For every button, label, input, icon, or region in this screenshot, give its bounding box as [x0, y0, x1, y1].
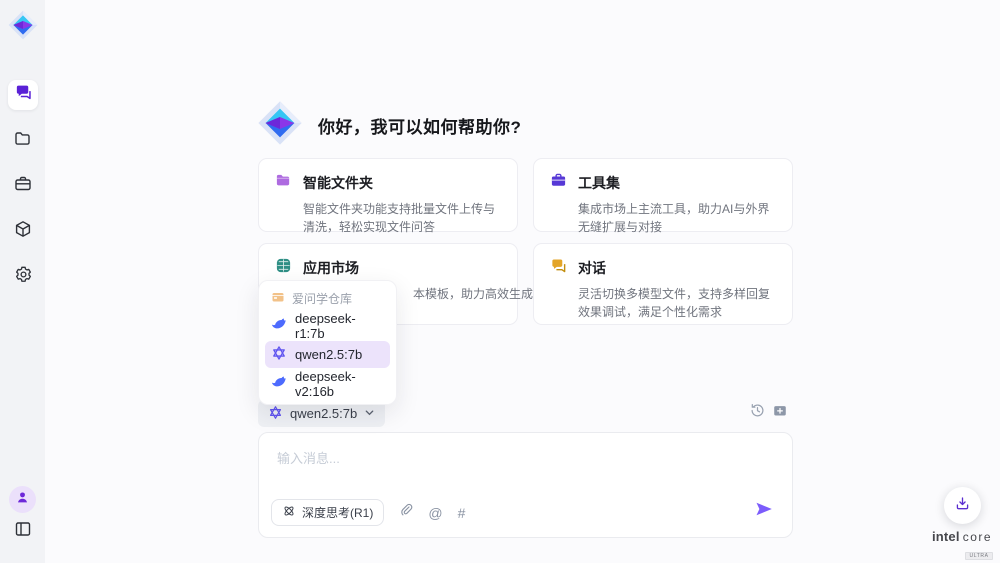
- chevron-down-icon: [364, 406, 375, 421]
- card-title: 应用市场: [303, 258, 359, 278]
- qwen-icon: [268, 405, 283, 423]
- sidebar-item-folders[interactable]: [8, 126, 38, 156]
- greeting-logo-icon: [256, 99, 304, 152]
- model-menu: 爱问学仓库 deepseek-r1:7b qwen2.5:7b: [258, 280, 397, 405]
- deepseek-icon: [271, 374, 287, 393]
- model-menu-group-label: 爱问学仓库: [292, 290, 352, 307]
- mention-icon[interactable]: @: [428, 506, 442, 520]
- model-menu-item-label: deepseek-r1:7b: [295, 311, 384, 341]
- toolset-icon: [550, 172, 567, 194]
- folder-icon: [14, 130, 32, 153]
- model-menu-group: 爱问学仓库: [265, 286, 390, 310]
- sidebar: [0, 0, 45, 563]
- intel-ultra-badge: ultra: [965, 552, 992, 560]
- app-screen: 你好，我可以如何帮助你? 智能文件夹 智能文件夹功能支持批量文件上传与清洗，轻松…: [0, 0, 1000, 563]
- panel-layout-icon: [14, 520, 32, 543]
- attach-file-button[interactable]: [399, 503, 413, 523]
- model-selector-label: qwen2.5:7b: [290, 406, 357, 421]
- card-dialog[interactable]: 对话 灵活切换多模型文件，支持多样回复效果调试，满足个性化需求: [533, 243, 793, 325]
- gear-icon: [14, 265, 33, 289]
- model-menu-item-label: deepseek-v2:16b: [295, 369, 384, 399]
- user-avatar[interactable]: [9, 486, 36, 513]
- deepseek-icon: [271, 316, 287, 335]
- history-button[interactable]: [748, 404, 766, 422]
- chat-bubbles-icon: [14, 83, 33, 107]
- download-icon: [954, 495, 971, 517]
- card-title: 工具集: [578, 173, 620, 193]
- greeting: 你好，我可以如何帮助你?: [256, 99, 521, 152]
- qwen-icon: [271, 345, 287, 364]
- deep-think-label: 深度思考(R1): [302, 504, 373, 521]
- history-icon: [749, 402, 766, 424]
- card-description: 集成市场上主流工具，助力AI与外界无缝扩展与对接: [578, 200, 776, 236]
- card-description: 智能文件夹功能支持批量文件上传与清洗，轻松实现文件问答: [303, 200, 501, 236]
- sidebar-item-settings[interactable]: [8, 262, 38, 292]
- cube-icon: [14, 220, 32, 243]
- send-button[interactable]: [754, 501, 774, 521]
- message-input[interactable]: [259, 433, 792, 499]
- atom-icon: [282, 504, 296, 521]
- topic-icon[interactable]: #: [458, 506, 466, 520]
- person-icon: [15, 490, 30, 510]
- download-button[interactable]: [944, 487, 981, 524]
- sidebar-item-chat[interactable]: [8, 80, 38, 110]
- paperclip-icon: [399, 503, 413, 523]
- composer-toolbar: 深度思考(R1) @ #: [271, 499, 465, 526]
- core-word: core: [963, 530, 992, 544]
- app-logo-icon: [6, 8, 40, 42]
- smart-folder-icon: [275, 172, 292, 194]
- intel-core-logo: intel core ultra: [926, 529, 998, 562]
- deep-think-toggle[interactable]: 深度思考(R1): [271, 499, 384, 526]
- repo-icon: [271, 290, 285, 307]
- briefcase-icon: [14, 175, 32, 198]
- card-description: 灵活切换多模型文件，支持多样回复效果调试，满足个性化需求: [578, 285, 776, 321]
- intel-word: intel: [932, 529, 960, 544]
- model-menu-item-deepseek-r1[interactable]: deepseek-r1:7b: [265, 312, 390, 339]
- new-chat-button[interactable]: [771, 404, 789, 422]
- dialog-icon: [550, 257, 567, 279]
- sidebar-item-models[interactable]: [8, 216, 38, 246]
- card-smart-folder[interactable]: 智能文件夹 智能文件夹功能支持批量文件上传与清洗，轻松实现文件问答: [258, 158, 518, 232]
- new-chat-icon: [772, 403, 788, 424]
- sidebar-item-toolbox[interactable]: [8, 171, 38, 201]
- model-menu-item-qwen[interactable]: qwen2.5:7b: [265, 341, 390, 368]
- model-menu-item-deepseek-v2[interactable]: deepseek-v2:16b: [265, 370, 390, 397]
- model-menu-item-label: qwen2.5:7b: [295, 347, 362, 362]
- card-title: 智能文件夹: [303, 173, 373, 193]
- card-description: 本模板，助力高效生成多: [413, 285, 501, 303]
- greeting-title: 你好，我可以如何帮助你?: [318, 113, 521, 138]
- card-toolset[interactable]: 工具集 集成市场上主流工具，助力AI与外界无缝扩展与对接: [533, 158, 793, 232]
- send-plane-icon: [755, 500, 773, 523]
- message-composer: 深度思考(R1) @ #: [258, 432, 793, 538]
- card-title: 对话: [578, 258, 606, 278]
- collapse-sidebar-button[interactable]: [9, 518, 36, 545]
- app-market-icon: [275, 257, 292, 279]
